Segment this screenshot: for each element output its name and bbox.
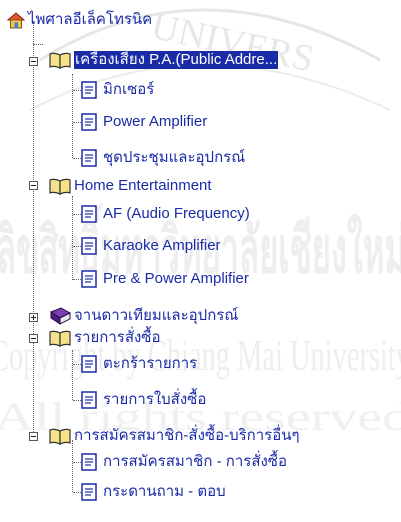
collapse-toggle[interactable] (29, 432, 38, 441)
document-icon (81, 205, 97, 223)
tree-page-label: Power Amplifier (103, 113, 208, 130)
closed-book-icon (49, 307, 72, 325)
open-book-icon (49, 178, 71, 195)
document-icon (81, 113, 97, 131)
home-icon (6, 12, 26, 29)
tree-line (72, 440, 73, 492)
document-icon (81, 149, 97, 167)
tree-folder-pa[interactable]: เครื่องเสียง P.A.(Public Addre... (48, 50, 279, 70)
tree-folder-home-entertainment[interactable]: Home Entertainment (48, 176, 212, 196)
tree-root[interactable]: ไพศาลอีเล็คโทรนิค (6, 10, 152, 30)
document-icon (81, 237, 97, 255)
document-icon (81, 270, 97, 288)
tree-line (72, 350, 73, 400)
tree-page-label: มิกเซอร์ (103, 81, 155, 98)
document-icon (81, 355, 97, 373)
tree-page-label: AF (Audio Frequency) (103, 205, 250, 222)
tree-folder-label: เครื่องเสียง P.A.(Public Addre... (74, 51, 279, 69)
collapse-toggle[interactable] (29, 57, 38, 66)
tree-line (33, 22, 34, 436)
tree-line (72, 196, 73, 280)
document-icon (81, 483, 97, 501)
tree-page-karaoke[interactable]: Karaoke Amplifier (80, 236, 221, 256)
tree-page-qa-board[interactable]: กระดานถาม - ตอบ (80, 482, 226, 502)
tree-page-mixer[interactable]: มิกเซอร์ (80, 80, 154, 100)
tree-page-label: Karaoke Amplifier (103, 237, 221, 254)
document-icon (81, 81, 97, 99)
tree-folder-label: จานดาวเทียมและอุปกรณ์ (74, 307, 239, 324)
tree-folder-satellite[interactable]: จานดาวเทียมและอุปกรณ์ (48, 306, 238, 326)
open-book-icon (49, 52, 71, 69)
tree-folder-label: Home Entertainment (74, 177, 212, 194)
document-icon (81, 453, 97, 471)
tree-page-label: กระดานถาม - ตอบ (103, 483, 226, 500)
document-icon (81, 391, 97, 409)
tree-page-label: ตะกร้ารายการ (103, 355, 198, 372)
open-book-icon (49, 428, 71, 445)
tree-page-pre-power[interactable]: Pre & Power Amplifier (80, 269, 249, 289)
collapse-toggle[interactable] (29, 334, 38, 343)
open-book-icon (49, 330, 71, 347)
tree-folder-label: การสมัครสมาชิก-สั่งซื้อ-บริการอื่นๆ (74, 427, 300, 444)
site-tree: ไพศาลอีเล็คโทรนิค เครื่องเสียง P.A.(Publ… (0, 0, 401, 522)
tree-line (72, 74, 73, 158)
tree-page-conference[interactable]: ชุดประชุมและอุปกรณ์ (80, 148, 245, 168)
tree-page-af[interactable]: AF (Audio Frequency) (80, 204, 250, 224)
tree-folder-membership[interactable]: การสมัครสมาชิก-สั่งซื้อ-บริการอื่นๆ (48, 426, 300, 446)
tree-root-label: ไพศาลอีเล็คโทรนิค (28, 11, 153, 28)
tree-page-cart[interactable]: ตะกร้ารายการ (80, 354, 197, 374)
tree-page-register-order[interactable]: การสมัครสมาชิก - การสั่งซื้อ (80, 452, 287, 472)
tree-page-label: รายการใบสั่งซื้อ (103, 391, 207, 408)
tree-page-label: การสมัครสมาชิก - การสั่งซื้อ (103, 453, 287, 470)
tree-folder-orders[interactable]: รายการสั่งซื้อ (48, 328, 161, 348)
tree-page-order-list[interactable]: รายการใบสั่งซื้อ (80, 390, 206, 410)
expand-toggle[interactable] (29, 313, 38, 322)
tree-page-label: Pre & Power Amplifier (103, 270, 249, 287)
tree-page-power-amplifier[interactable]: Power Amplifier (80, 112, 207, 132)
tree-folder-label: รายการสั่งซื้อ (74, 329, 161, 346)
tree-page-label: ชุดประชุมและอุปกรณ์ (103, 149, 246, 166)
collapse-toggle[interactable] (29, 181, 38, 190)
